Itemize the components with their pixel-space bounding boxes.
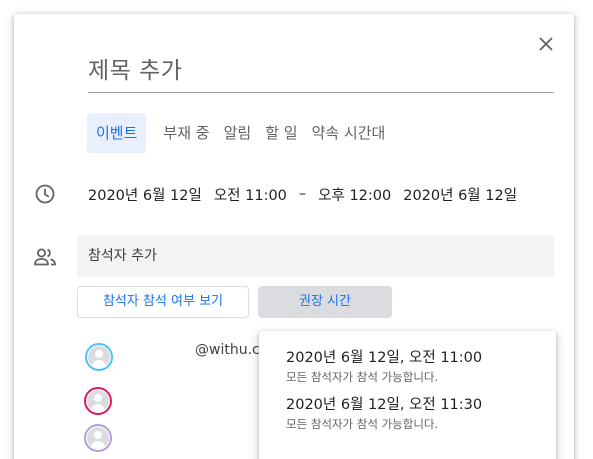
suggested-time: 2020년 6월 12일, 오전 11:00	[286, 350, 483, 366]
clock-icon	[35, 184, 55, 204]
end-time[interactable]: 오후 12:00	[318, 184, 391, 205]
stage: 제목 추가 이벤트 부재 중 알림 할 일 약속 시간대 2020년 6월 12…	[0, 0, 593, 459]
suggested-times-popup: 2020년 6월 12일, 오전 11:00 모든 참석자가 참석 가능합니다.…	[259, 331, 556, 459]
view-rsvp-button[interactable]: 참석자 참석 여부 보기	[77, 286, 249, 318]
availability-note: 모든 참석자가 참석 가능합니다.	[286, 417, 439, 431]
start-date[interactable]: 2020년 6월 12일	[88, 184, 202, 205]
datetime-row: 2020년 6월 12일 오전 11:00 – 오후 12:00 2020년 6…	[88, 182, 517, 206]
time-separator: –	[298, 186, 307, 202]
guest-avatar	[84, 387, 112, 415]
suggested-time-option[interactable]: 2020년 6월 12일, 오전 11:00 모든 참석자가 참석 가능합니다.	[286, 346, 482, 385]
tab-reminder[interactable]: 알림	[224, 113, 252, 153]
add-guests-input[interactable]: 참석자 추가	[77, 235, 554, 277]
end-date[interactable]: 2020년 6월 12일	[403, 184, 517, 205]
avatar-icon	[88, 346, 110, 368]
suggested-time-option[interactable]: 2020년 6월 12일, 오전 11:30 모든 참석자가 참석 가능합니다.	[286, 393, 482, 432]
start-time[interactable]: 오전 11:00	[214, 184, 287, 205]
people-icon	[34, 248, 56, 266]
avatar-icon	[87, 390, 109, 412]
event-type-tabs: 이벤트 부재 중 알림 할 일 약속 시간대	[87, 113, 399, 153]
tab-appointment-slots[interactable]: 약속 시간대	[312, 113, 386, 153]
suggested-time: 2020년 6월 12일, 오전 11:30	[286, 397, 483, 413]
avatar-icon	[87, 427, 109, 449]
close-icon	[539, 37, 553, 51]
guest-avatar	[85, 343, 113, 371]
close-button[interactable]	[535, 33, 557, 55]
tab-event[interactable]: 이벤트	[87, 113, 147, 153]
guest-avatar	[84, 424, 112, 452]
suggested-times-button[interactable]: 권장 시간	[258, 286, 392, 318]
guest-email: @withu.c	[195, 342, 260, 358]
tab-task[interactable]: 할 일	[265, 113, 297, 153]
availability-note: 모든 참석자가 참석 가능합니다.	[286, 370, 439, 384]
title-input[interactable]: 제목 추가	[88, 56, 554, 93]
tab-out-of-office[interactable]: 부재 중	[163, 113, 209, 153]
